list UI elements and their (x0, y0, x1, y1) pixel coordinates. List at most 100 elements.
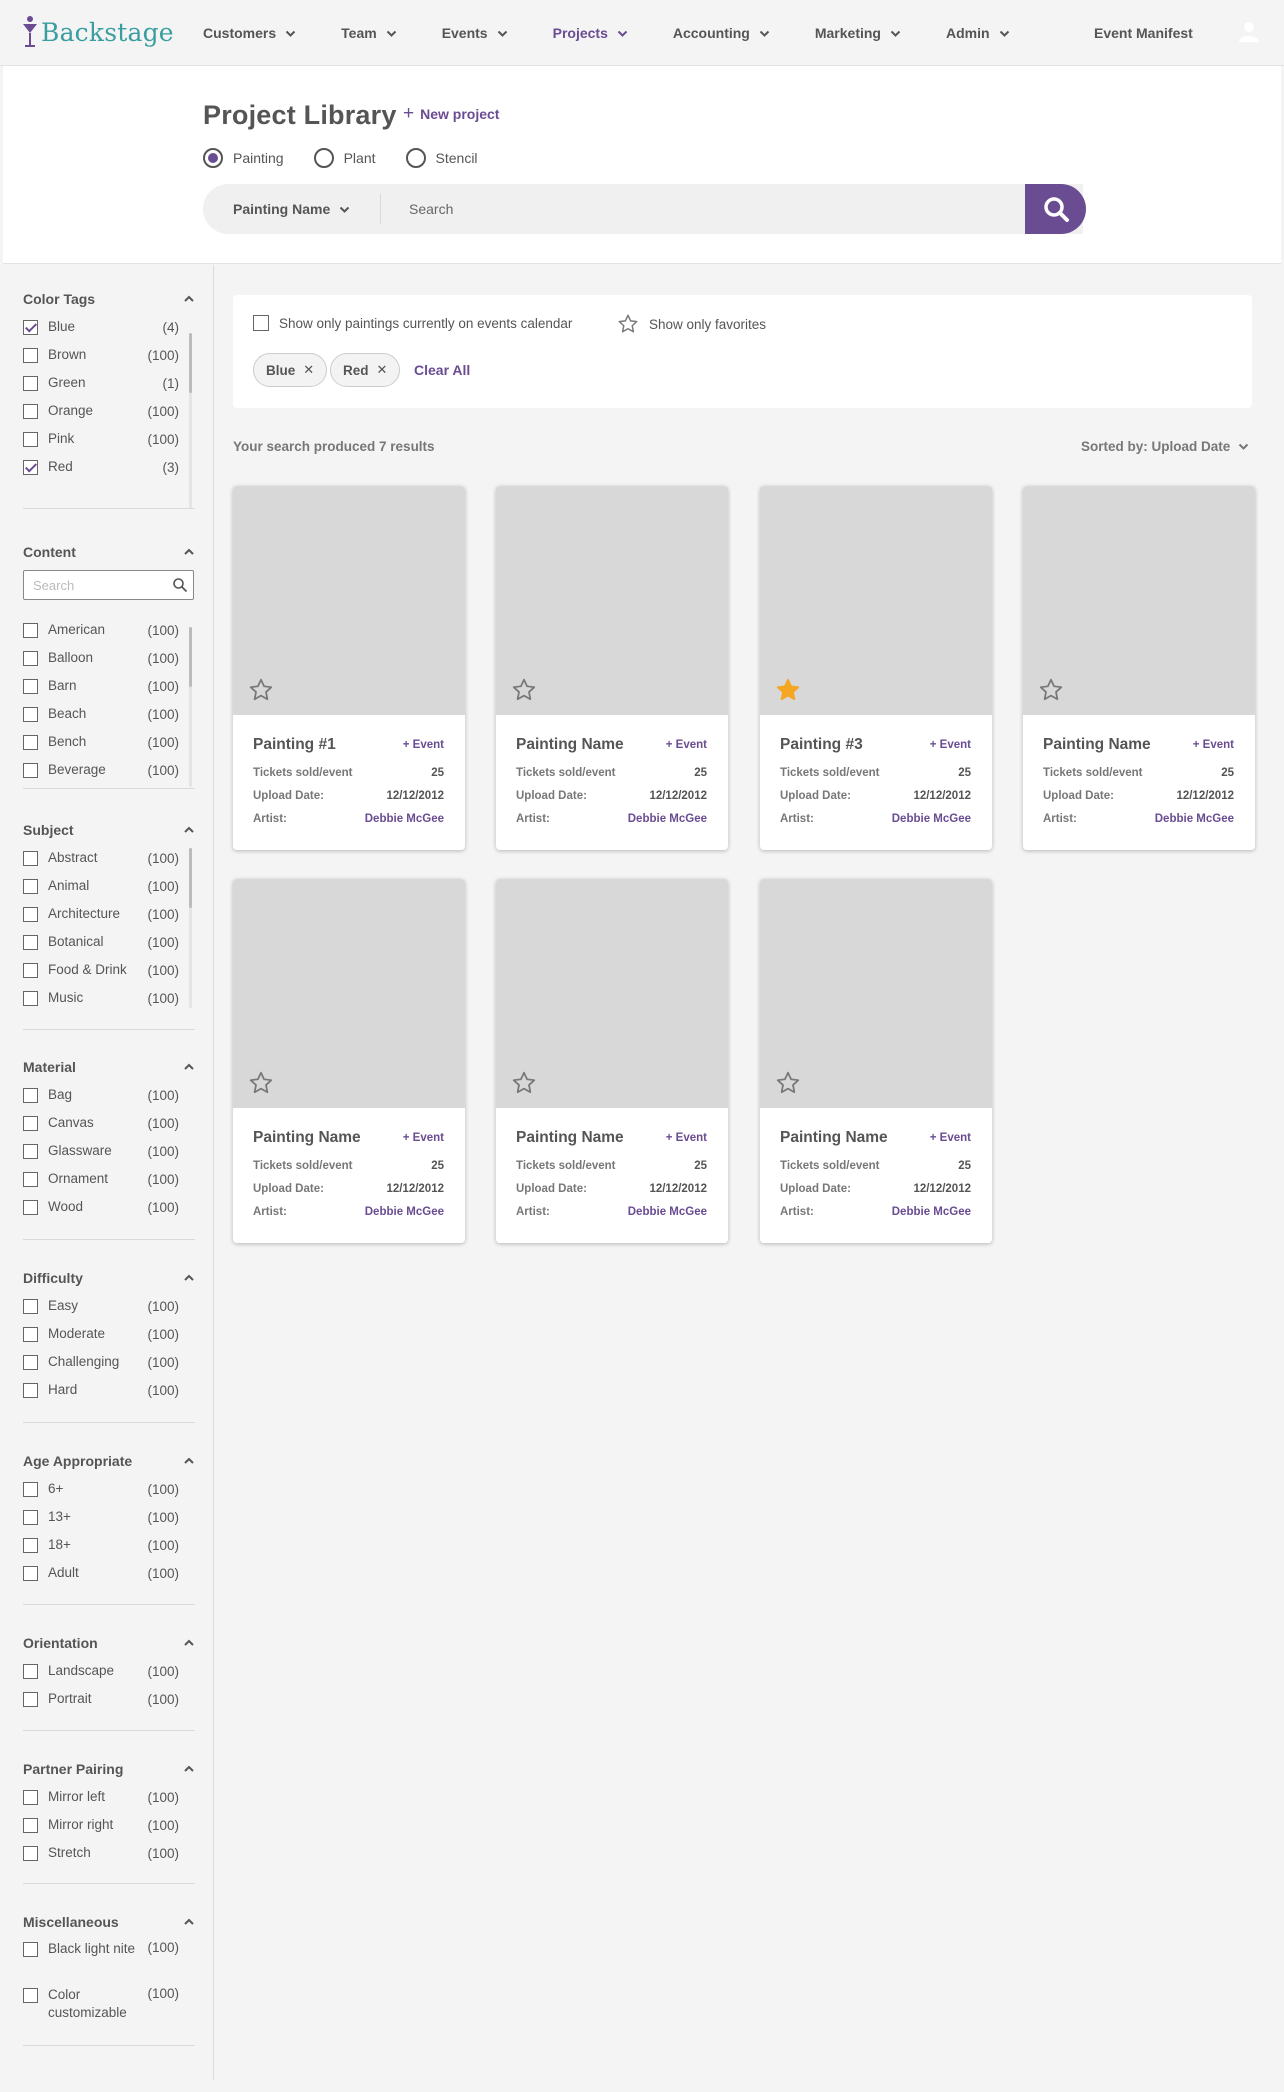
facet-option-mirror-left[interactable]: Mirror left (100) (23, 1787, 179, 1807)
scrollbar-thumb[interactable] (189, 333, 192, 393)
facet-option-botanical[interactable]: Botanical (100) (23, 932, 179, 952)
facet-option-6[interactable]: 6+ (100) (23, 1479, 179, 1499)
facet-header[interactable]: Material (23, 1057, 195, 1077)
checkbox[interactable] (23, 347, 38, 363)
artist-link[interactable]: Debbie McGee (628, 813, 707, 825)
facet-option-hard[interactable]: Hard (100) (23, 1380, 179, 1400)
facet-option-mirror-right[interactable]: Mirror right (100) (23, 1815, 179, 1835)
facet-scrollbar[interactable] (189, 627, 192, 787)
checkbox[interactable] (23, 1789, 38, 1805)
star-outline-icon[interactable] (248, 677, 274, 703)
clear-all-button[interactable]: Clear All (414, 362, 470, 378)
facet-option-orange[interactable]: Orange (100) (23, 401, 179, 421)
favorites-filter-toggle[interactable]: Show only favorites (617, 313, 766, 335)
facet-option-wood[interactable]: Wood (100) (23, 1197, 179, 1217)
checkbox[interactable] (23, 678, 38, 694)
search-input[interactable] (409, 189, 1009, 229)
event-manifest-link[interactable]: Event Manifest (1094, 25, 1193, 41)
radio-button[interactable] (203, 148, 223, 168)
painting-card[interactable]: Painting #1 + Event Tickets sold/event 25 Up… (233, 486, 465, 850)
facet-option-canvas[interactable]: Canvas (100) (23, 1113, 179, 1133)
checkbox[interactable] (23, 934, 38, 950)
checkbox[interactable] (23, 990, 38, 1006)
nav-item-admin[interactable]: Admin (946, 25, 1010, 41)
artist-link[interactable]: Debbie McGee (1155, 813, 1234, 825)
facet-option-stretch[interactable]: Stretch (100) (23, 1843, 179, 1863)
facet-scrollbar[interactable] (189, 848, 192, 1008)
checkbox[interactable] (23, 734, 38, 750)
facet-option-brown[interactable]: Brown (100) (23, 345, 179, 365)
checkbox[interactable] (23, 762, 38, 778)
checkbox[interactable] (23, 962, 38, 978)
checkbox[interactable] (23, 319, 38, 335)
facet-header[interactable]: Age Appropriate (23, 1451, 195, 1471)
painting-card[interactable]: Painting Name + Event Tickets sold/event 25… (1023, 486, 1255, 850)
facet-option-blue[interactable]: Blue (4) (23, 317, 179, 337)
facet-option-architecture[interactable]: Architecture (100) (23, 904, 179, 924)
checkbox[interactable] (23, 706, 38, 722)
user-icon[interactable] (1236, 18, 1262, 44)
facet-header[interactable]: Partner Pairing (23, 1759, 195, 1779)
facet-option-american[interactable]: American (100) (23, 620, 179, 640)
search-field-dropdown[interactable]: Painting Name (203, 194, 381, 224)
facet-search-input[interactable] (24, 571, 164, 599)
facet-option-moderate[interactable]: Moderate (100) (23, 1324, 179, 1344)
facet-option-balloon[interactable]: Balloon (100) (23, 648, 179, 668)
checkbox[interactable] (23, 1481, 38, 1497)
new-project-button[interactable]: + New project (403, 104, 499, 123)
artist-link[interactable]: Debbie McGee (365, 813, 444, 825)
artist-link[interactable]: Debbie McGee (365, 1206, 444, 1218)
sort-dropdown[interactable]: Sorted by: Upload Date (1081, 439, 1249, 454)
add-event-button[interactable]: + Event (403, 1132, 444, 1144)
checkbox[interactable] (23, 1663, 38, 1679)
checkbox[interactable] (23, 1942, 38, 1957)
facet-option-music[interactable]: Music (100) (23, 988, 179, 1008)
nav-item-marketing[interactable]: Marketing (815, 25, 901, 41)
checkbox[interactable] (23, 1845, 38, 1861)
checkbox[interactable] (23, 906, 38, 922)
close-icon[interactable]: ✕ (303, 362, 314, 378)
checkbox[interactable] (23, 1298, 38, 1314)
facet-option-food-drink[interactable]: Food & Drink (100) (23, 960, 179, 980)
facet-option-green[interactable]: Green (1) (23, 373, 179, 393)
checkbox[interactable] (23, 1115, 38, 1131)
checkbox[interactable] (23, 622, 38, 638)
facet-option-glassware[interactable]: Glassware (100) (23, 1141, 179, 1161)
painting-card[interactable]: Painting Name + Event Tickets sold/event 25… (496, 486, 728, 850)
facet-scrollbar[interactable] (189, 333, 192, 508)
facet-option-black-light-nite[interactable]: Black light nite (100) (23, 1940, 179, 1978)
facet-option-pink[interactable]: Pink (100) (23, 429, 179, 449)
painting-card[interactable]: Painting Name + Event Tickets sold/event 25… (233, 879, 465, 1243)
facet-option-barn[interactable]: Barn (100) (23, 676, 179, 696)
radio-button[interactable] (313, 148, 334, 168)
radio-plant[interactable]: Plant (313, 148, 376, 168)
checkbox[interactable] (23, 1382, 38, 1398)
facet-option-bench[interactable]: Bench (100) (23, 732, 179, 752)
checkbox[interactable] (23, 1817, 38, 1833)
checkbox[interactable] (253, 315, 269, 331)
facet-header[interactable]: Difficulty (23, 1268, 195, 1288)
scrollbar-thumb[interactable] (189, 627, 192, 687)
checkbox[interactable] (23, 431, 38, 447)
checkbox[interactable] (23, 1326, 38, 1342)
add-event-button[interactable]: + Event (930, 1132, 971, 1144)
star-outline-icon[interactable] (1038, 677, 1064, 703)
facet-option-ornament[interactable]: Ornament (100) (23, 1169, 179, 1189)
checkbox[interactable] (23, 1537, 38, 1553)
checkbox[interactable] (23, 850, 38, 866)
checkbox[interactable] (23, 1143, 38, 1159)
backstage-logo[interactable]: Backstage (22, 12, 174, 52)
star-outline-icon[interactable] (248, 1070, 274, 1096)
radio-painting[interactable]: Painting (203, 148, 284, 168)
add-event-button[interactable]: + Event (403, 739, 444, 751)
facet-option-bag[interactable]: Bag (100) (23, 1085, 179, 1105)
nav-item-accounting[interactable]: Accounting (673, 25, 770, 41)
star-filled-icon[interactable] (775, 677, 801, 703)
facet-header[interactable]: Content (23, 542, 195, 562)
painting-card[interactable]: Painting #3 + Event Tickets sold/event 25 Up… (760, 486, 992, 850)
star-outline-icon[interactable] (511, 1070, 537, 1096)
painting-card[interactable]: Painting Name + Event Tickets sold/event 25… (496, 879, 728, 1243)
facet-option-adult[interactable]: Adult (100) (23, 1563, 179, 1583)
add-event-button[interactable]: + Event (666, 1132, 707, 1144)
checkbox[interactable] (23, 1199, 38, 1215)
